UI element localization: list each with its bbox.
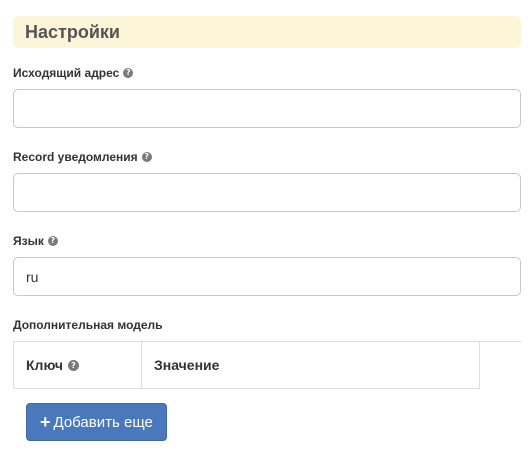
language-label-text: Язык — [13, 234, 44, 248]
source-address-input[interactable] — [13, 89, 521, 128]
language-input[interactable] — [13, 257, 521, 296]
section-title: Настройки — [25, 21, 120, 42]
extra-model-label-text: Дополнительная модель — [13, 318, 163, 332]
add-more-button-label: Добавить еще — [53, 413, 153, 431]
table-header-key-text: Ключ — [26, 357, 63, 373]
record-notification-label-text: Record уведомления — [13, 150, 138, 164]
table-header-key: Ключ ? — [13, 341, 142, 389]
record-notification-label: Record уведомления ? — [13, 150, 152, 164]
language-label: Язык ? — [13, 234, 58, 248]
help-icon[interactable]: ? — [47, 236, 58, 246]
key-value-table: Ключ ? Значение — [13, 341, 521, 389]
plus-icon: + — [40, 412, 51, 432]
record-notification-input[interactable] — [13, 173, 521, 212]
help-icon[interactable]: ? — [68, 359, 79, 371]
help-icon[interactable]: ? — [123, 68, 134, 78]
table-header-value: Значение — [141, 341, 480, 389]
table-header-value-text: Значение — [154, 357, 220, 373]
settings-section-header: Настройки — [13, 16, 521, 48]
help-icon[interactable]: ? — [141, 152, 152, 162]
source-address-label-text: Исходящий адрес — [13, 66, 120, 80]
source-address-label: Исходящий адрес ? — [13, 66, 134, 80]
add-more-button[interactable]: + Добавить еще — [26, 403, 167, 441]
extra-model-label: Дополнительная модель — [13, 318, 163, 332]
